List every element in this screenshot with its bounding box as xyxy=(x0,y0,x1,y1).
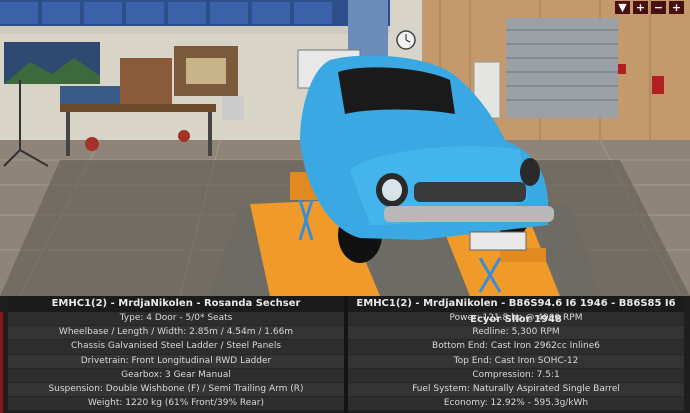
car-info-weight: Weight: 1220 kg (61% Front/39% Rear) xyxy=(8,397,344,412)
engine-info-power: Power: 121.8 hp @ 4900 RPM xyxy=(348,312,684,327)
left-edge-marker xyxy=(0,312,3,413)
zoom-out-button[interactable]: − xyxy=(651,0,666,14)
add-button[interactable]: + xyxy=(669,0,684,14)
car-info-drivetrain: Drivetrain: Front Longitudinal RWD Ladde… xyxy=(8,354,344,369)
engine-info-compression: Compression: 7.5:1 xyxy=(348,368,684,383)
garage-scene-illustration xyxy=(0,0,690,296)
car-info-chassis: Chassis Galvanised Steel Ladder / Steel … xyxy=(8,340,344,355)
engine-info-redline: Redline: 5,300 RPM xyxy=(348,326,684,341)
car-info-type: Type: 4 Door - 5/0* Seats xyxy=(8,312,344,327)
engine-info-bottom-end: Bottom End: Cast Iron 2962cc Inline6 xyxy=(348,340,684,355)
car-info-suspension: Suspension: Double Wishbone (F) / Semi T… xyxy=(8,382,344,398)
car-info-column: EMHC1(2) - MrdjaNikolen - Rosanda Sechse… xyxy=(8,296,344,413)
engine-info-fuel-system: Fuel System: Naturally Aspirated Single … xyxy=(348,382,684,398)
engine-info-column: EMHC1(2) - MrdjaNikolen - B86S94.6 I6 19… xyxy=(348,296,684,413)
menu-arrow-button[interactable]: ▼ xyxy=(615,0,630,14)
car-info-title: EMHC1(2) - MrdjaNikolen - Rosanda Sechse… xyxy=(8,296,344,312)
car-stats-panel: EMHC1(2) - MrdjaNikolen - Rosanda Sechse… xyxy=(0,296,690,413)
engine-info-economy: Economy: 12.92% - 595.3g/kWh xyxy=(348,397,684,412)
car-info-gearbox: Gearbox: 3 Gear Manual xyxy=(8,368,344,383)
garage-scene-viewport[interactable]: ▼ + − + xyxy=(0,0,690,296)
car-info-list: Type: 4 Door - 5/0* Seats Wheelbase / Le… xyxy=(8,312,344,412)
car-info-dimensions: Wheelbase / Length / Width: 2.85m / 4.54… xyxy=(8,326,344,341)
engine-info-title: EMHC1(2) - MrdjaNikolen - B86S94.6 I6 19… xyxy=(348,296,684,325)
window-controls: ▼ + − + xyxy=(615,0,684,14)
zoom-in-button[interactable]: + xyxy=(633,0,648,14)
engine-info-list: Power: 121.8 hp @ 4900 RPM Redline: 5,30… xyxy=(348,312,684,412)
engine-info-top-end: Top End: Cast Iron SOHC-12 xyxy=(348,354,684,369)
